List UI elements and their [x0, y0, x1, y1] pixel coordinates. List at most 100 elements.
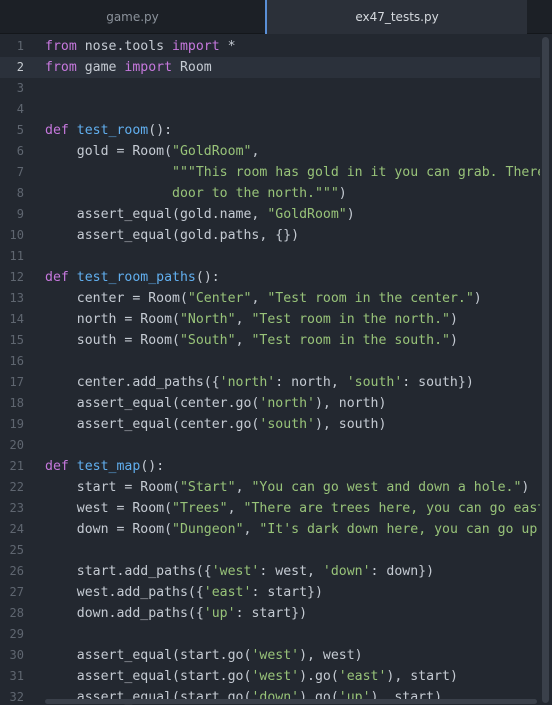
code-line[interactable]: door to the north.""")	[45, 183, 347, 204]
code-token: def	[45, 123, 69, 138]
code-token: Room	[172, 60, 212, 75]
line-number: 29	[9, 627, 24, 641]
code-token: ,	[251, 291, 268, 306]
code-line[interactable]: def test_room_paths():	[45, 267, 220, 288]
code-token: start = Room(	[45, 480, 180, 495]
code-token: """This room has gold in it you can grab…	[172, 165, 540, 180]
code-line[interactable]: gold = Room("GoldRoom",	[45, 141, 260, 162]
code-editor[interactable]: 1 2 3 4 5 6 7 8 9 10 11 12 13 14 15 16 17 18 19 20 21 22 23 24 2…	[0, 35, 552, 705]
code-line[interactable]: """This room has gold in it you can grab…	[45, 162, 540, 183]
line-number: 14	[9, 312, 24, 326]
code-token: south = Room(	[45, 333, 180, 348]
code-token: west = Room(	[45, 501, 173, 516]
code-token: start.add_paths({	[45, 564, 212, 579]
code-token: assert_equal(center.go(	[45, 396, 260, 411]
tab-label: ex47_tests.py	[355, 10, 439, 24]
code-line[interactable]: from game import Room	[45, 57, 212, 78]
line-number: 21	[9, 459, 24, 473]
code-token: "GoldRoom"	[172, 144, 252, 159]
code-line[interactable]: assert_equal(center.go('north'), north)	[45, 393, 387, 414]
tab-game-py[interactable]: game.py	[0, 0, 265, 34]
code-token: 'east'	[203, 585, 252, 600]
line-number: 28	[9, 606, 24, 620]
code-token: down = Room(	[45, 522, 173, 537]
line-number: 25	[9, 543, 24, 557]
code-token: *	[219, 39, 236, 54]
code-token: "Center"	[187, 291, 252, 306]
code-token: ():	[148, 123, 173, 138]
line-number: 1	[16, 39, 24, 53]
code-line[interactable]: def test_map():	[45, 456, 164, 477]
code-token: center.add_paths({	[45, 375, 220, 390]
code-line[interactable]: west = Room("Trees", "There are trees he…	[45, 498, 540, 519]
code-token: "North"	[179, 312, 236, 327]
line-number: 31	[9, 669, 24, 683]
horizontal-scrollbar-thumb[interactable]	[45, 699, 537, 704]
code-line[interactable]: assert_equal(gold.name, "GoldRoom")	[45, 204, 355, 225]
code-token: "GoldRoom"	[267, 207, 347, 222]
line-number: 4	[16, 102, 24, 116]
code-line[interactable]: start = Room("Start", "You can go west a…	[45, 477, 530, 498]
line-number: 18	[9, 396, 24, 410]
code-line[interactable]: assert_equal(gold.paths, {})	[45, 225, 299, 246]
line-number: 26	[9, 564, 24, 578]
code-line[interactable]: assert_equal(start.go('west'), west)	[45, 645, 363, 666]
code-line[interactable]: north = Room("North", "Test room in the …	[45, 309, 458, 330]
code-token: "Test room in the north."	[251, 312, 450, 327]
code-token: 'west'	[251, 648, 300, 663]
code-token: : south})	[402, 375, 474, 390]
code-token: "Dungeon"	[172, 522, 244, 537]
line-number-gutter: 1 2 3 4 5 6 7 8 9 10 11 12 13 14 15 16 17 18 19 20 21 22 23 24 2…	[0, 35, 34, 705]
line-number: 17	[9, 375, 24, 389]
code-token: ), west)	[299, 648, 363, 663]
code-line[interactable]: down.add_paths({'up': start})	[45, 603, 307, 624]
code-token: import	[124, 60, 173, 75]
code-token: ), start)	[386, 669, 458, 684]
code-token: test_room_paths	[76, 270, 196, 285]
code-token: : start})	[251, 585, 323, 600]
code-line[interactable]: down = Room("Dungeon", "It's dark down h…	[45, 519, 540, 540]
code-line[interactable]: from nose.tools import *	[45, 36, 236, 57]
vertical-scrollbar-thumb[interactable]	[542, 37, 549, 703]
code-token: def	[45, 270, 69, 285]
code-token: ():	[140, 459, 165, 474]
code-token: "Test room in the center."	[267, 291, 474, 306]
code-line[interactable]: center.add_paths({'north': north, 'south…	[45, 372, 474, 393]
code-token: door to the north."""	[172, 186, 339, 201]
code-line[interactable]: assert_equal(start.go('west').go('east')…	[45, 666, 458, 687]
code-token: "Test room in the south."	[251, 333, 450, 348]
code-token: game	[76, 60, 125, 75]
code-token: ,	[251, 144, 260, 159]
line-number: 9	[16, 207, 24, 221]
code-line[interactable]: start.add_paths({'west': west, 'down': d…	[45, 561, 434, 582]
code-line[interactable]: def test_room():	[45, 120, 172, 141]
code-line[interactable]: west.add_paths({'east': start})	[45, 582, 323, 603]
line-number: 15	[9, 333, 24, 347]
code-token: 'south'	[346, 375, 403, 390]
code-line[interactable]: center = Room("Center", "Test room in th…	[45, 288, 482, 309]
code-token: "There are trees here, you can go east."	[243, 501, 540, 516]
code-token: ).go(	[299, 669, 339, 684]
line-number: 24	[9, 522, 24, 536]
code-line[interactable]: south = Room("South", "Test room in the …	[45, 330, 458, 351]
code-line[interactable]: assert_equal(center.go('south'), south)	[45, 414, 387, 435]
tab-ex47-tests-py[interactable]: ex47_tests.py	[265, 0, 527, 34]
code-token: from	[45, 60, 77, 75]
line-number: 7	[16, 165, 24, 179]
tab-bar-filler	[527, 0, 552, 34]
code-token: test_room	[76, 123, 149, 138]
code-token: "South"	[179, 333, 236, 348]
code-token: ,	[243, 522, 260, 537]
code-token: : down})	[370, 564, 435, 579]
line-number: 19	[9, 417, 24, 431]
vertical-scrollbar[interactable]	[540, 35, 552, 705]
line-number: 16	[9, 354, 24, 368]
line-number: 12	[9, 270, 24, 284]
code-token: gold = Room(	[45, 144, 173, 159]
code-token: : north,	[275, 375, 347, 390]
code-token: 'west'	[251, 669, 300, 684]
line-number: 23	[9, 501, 24, 515]
code-token: 'east'	[338, 669, 387, 684]
code-area[interactable]: from nose.tools import * from game import…	[45, 35, 540, 705]
code-token: center = Room(	[45, 291, 188, 306]
